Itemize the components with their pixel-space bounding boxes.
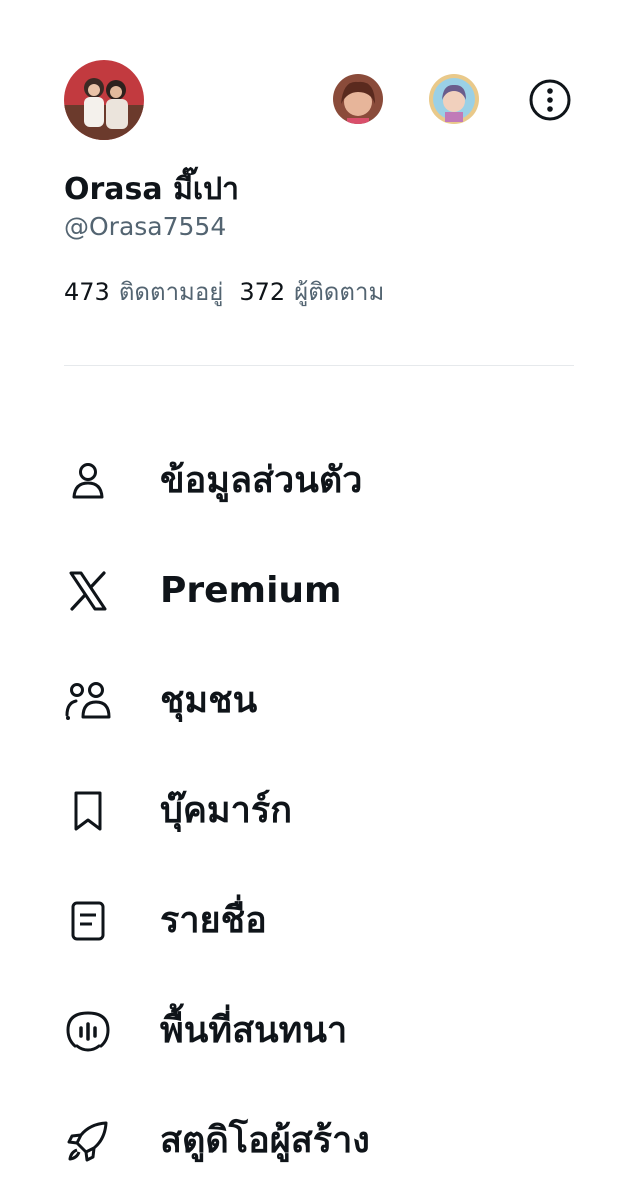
- communities-icon: [62, 675, 114, 727]
- switch-account-avatar-1[interactable]: [333, 74, 383, 124]
- following-label: ติดตามอยู่: [118, 278, 224, 306]
- profile-icon: [62, 455, 114, 507]
- menu-item-profile[interactable]: ข้อมูลส่วนตัว: [0, 426, 631, 536]
- followers-label: ผู้ติดตาม: [294, 278, 385, 306]
- user-handle: @Orasa7554: [64, 212, 227, 241]
- following-link[interactable]: 473 ติดตามอยู่: [64, 275, 223, 309]
- menu-item-label: รายชื่อ: [160, 900, 267, 941]
- menu-item-bookmarks[interactable]: บุ๊คมาร์ก: [0, 756, 631, 866]
- profile-avatar[interactable]: [64, 60, 144, 140]
- menu-item-label: พื้นที่สนทนา: [160, 1010, 348, 1051]
- menu-item-lists[interactable]: รายชื่อ: [0, 866, 631, 976]
- drawer-menu: ข้อมูลส่วนตัว Premium ชุมชน บุ๊คมาร์ก รา…: [0, 426, 631, 1196]
- menu-item-spaces[interactable]: พื้นที่สนทนา: [0, 976, 631, 1086]
- menu-item-communities[interactable]: ชุมชน: [0, 646, 631, 756]
- menu-item-creator-studio[interactable]: สตูดิโอผู้สร้าง: [0, 1086, 631, 1196]
- menu-item-label: ข้อมูลส่วนตัว: [160, 460, 363, 501]
- followers-count: 372: [239, 278, 286, 306]
- menu-item-label: สตูดิโอผู้สร้าง: [160, 1120, 370, 1161]
- profile-photo: [64, 60, 144, 140]
- more-options-button[interactable]: [526, 76, 574, 124]
- more-options-icon: [529, 79, 571, 121]
- menu-item-label: บุ๊คมาร์ก: [160, 790, 293, 831]
- spaces-icon: [62, 1005, 114, 1057]
- lists-icon: [62, 895, 114, 947]
- account-avatar-1: [333, 74, 383, 124]
- bookmark-icon: [62, 785, 114, 837]
- follow-stats: 473 ติดตามอยู่ 372 ผู้ติดตาม: [64, 275, 384, 309]
- switch-account-avatar-2[interactable]: [429, 74, 479, 124]
- menu-item-premium[interactable]: Premium: [0, 536, 631, 646]
- account-avatar-2: [429, 74, 479, 124]
- menu-item-label: Premium: [160, 570, 342, 611]
- x-logo-icon: [62, 565, 114, 617]
- divider: [64, 365, 574, 366]
- display-name[interactable]: Orasa มี๊เปา: [64, 170, 239, 210]
- menu-item-label: ชุมชน: [160, 680, 258, 721]
- rocket-icon: [62, 1115, 114, 1167]
- followers-link[interactable]: 372 ผู้ติดตาม: [239, 275, 384, 309]
- following-count: 473: [64, 278, 110, 306]
